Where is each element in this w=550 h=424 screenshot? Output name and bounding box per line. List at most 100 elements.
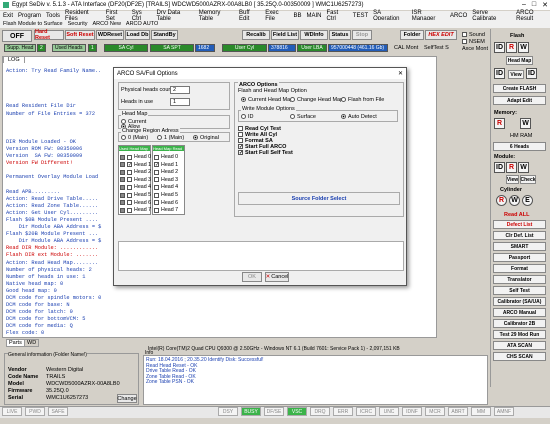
ata-scan-button[interactable]: ATA SCAN	[493, 341, 546, 350]
used-head-row[interactable]: Head 6	[120, 200, 151, 206]
read-head-row[interactable]: Head 2	[154, 169, 178, 175]
head-map-button[interactable]: Head Map	[506, 56, 533, 65]
smart-button[interactable]: SMART	[493, 242, 546, 251]
status-button[interactable]: Status	[329, 30, 351, 40]
standby-button[interactable]: StandBy	[151, 30, 178, 40]
menu-item[interactable]: MAIN	[306, 13, 321, 19]
calibrator-2b-button[interactable]: Calibrator 2B	[493, 319, 546, 328]
wd-reset-button[interactable]: WDReset	[96, 30, 124, 40]
write-auto-detect-radio[interactable]: Auto Detect	[341, 114, 377, 120]
id-button-2[interactable]: ID	[494, 68, 505, 79]
field-list-button[interactable]: Field List	[271, 30, 299, 40]
read-head-row[interactable]: Head 3	[154, 177, 178, 183]
load-db-button[interactable]: Load Db	[125, 30, 150, 40]
tab-parts[interactable]: Parts	[6, 339, 25, 347]
menu-item[interactable]: ARCO AUTO	[126, 21, 158, 27]
write-id-radio[interactable]: ID	[241, 114, 254, 120]
calibrator-button[interactable]: Calibrator (SA/UA)	[493, 297, 546, 306]
folder-button[interactable]: Folder	[400, 30, 424, 40]
read-head-row[interactable]: Head 0	[154, 154, 178, 160]
sound-checkbox[interactable]: Sound	[462, 32, 485, 38]
tab-log[interactable]: LOG	[3, 56, 25, 63]
menu-item[interactable]: TEST	[353, 13, 368, 19]
module-check-button[interactable]: Check	[520, 175, 536, 184]
write-surface-radio[interactable]: Surface	[290, 114, 316, 120]
menu-item[interactable]: Tools	[46, 13, 60, 19]
dialog-cancel-button[interactable]: ✕ Cancel	[265, 272, 289, 282]
used-head-row[interactable]: Head 5	[120, 192, 151, 198]
flash-from-file-radio[interactable]: Flash from File	[341, 97, 384, 103]
menu-item[interactable]: ARCO	[450, 13, 467, 19]
view-button[interactable]: View	[508, 70, 524, 79]
used-head-row[interactable]: Head 7	[120, 207, 151, 213]
used-head-row[interactable]: ✓ Head 1	[120, 162, 151, 168]
chs-scan-button[interactable]: CHS SCAN	[493, 352, 546, 361]
format-button[interactable]: Format	[493, 264, 546, 273]
region-1-radio[interactable]: 1 (Main)	[157, 135, 184, 141]
read-head-row[interactable]: ✓ Head 1	[154, 162, 178, 168]
stop-button[interactable]: Stop	[352, 30, 372, 40]
change-button[interactable]: Change	[117, 394, 137, 403]
cylinder-r-button[interactable]: R	[496, 195, 507, 206]
defect-list-button[interactable]: Defect List	[493, 220, 546, 229]
menu-item[interactable]: ARCO New	[93, 21, 121, 27]
memory-r-button[interactable]: R	[494, 118, 505, 129]
nsem-checkbox[interactable]: NSEM	[462, 39, 485, 45]
passport-button[interactable]: Passport	[493, 253, 546, 262]
used-head-row[interactable]: Head 2	[120, 169, 151, 175]
cylinder-w-button[interactable]: W	[509, 195, 520, 206]
self-test-button[interactable]: Self Test	[493, 286, 546, 295]
read-all-button[interactable]: Read ALL	[504, 212, 529, 218]
hex-edit-button[interactable]: HEX EDIT	[425, 30, 457, 40]
start-full-self-test-checkbox[interactable]: ✓ Start Full Self Test	[238, 150, 293, 156]
flash-w-button[interactable]: W	[518, 42, 529, 53]
adapt-edit-button[interactable]: Adapt Edit	[493, 96, 546, 105]
dialog-ok-button[interactable]: OK	[242, 272, 262, 282]
close-icon[interactable]: ✕	[542, 1, 548, 9]
heads-use-select[interactable]: 1	[170, 98, 190, 106]
used-head-row[interactable]: Head 3	[120, 177, 151, 183]
read-head-row[interactable]: Head 4	[154, 184, 178, 190]
head-label: Head 1	[134, 161, 152, 168]
change-head-map-radio[interactable]: Change Head Map	[290, 97, 343, 103]
used-head-row[interactable]: Head 0	[120, 154, 151, 160]
dialog-close-icon[interactable]: ✕	[398, 70, 403, 77]
menu-item[interactable]: Program	[18, 13, 41, 19]
log-line: Version FW Different!	[6, 160, 73, 167]
maximize-icon[interactable]: □	[532, 1, 536, 9]
menu-item[interactable]: Flash Module to Surface	[3, 21, 63, 27]
flash-r-button[interactable]: R	[506, 42, 517, 53]
read-head-row[interactable]: Head 5	[154, 192, 178, 198]
current-head-map-radio[interactable]: Current Head Map	[241, 97, 293, 103]
module-w-button[interactable]: W	[518, 162, 529, 173]
arco-manual-button[interactable]: ARCO Manual	[493, 308, 546, 317]
memory-w-button[interactable]: W	[520, 118, 531, 129]
id-button-3[interactable]: ID	[526, 68, 537, 79]
menu-item[interactable]: BB	[293, 13, 301, 19]
source-folder-select-button[interactable]: Source Folder Select	[238, 192, 400, 205]
cylinder-e-button[interactable]: E	[522, 195, 533, 206]
region-original-radio[interactable]: Original	[193, 135, 219, 141]
used-head-row[interactable]: Head 4	[120, 184, 151, 190]
off-button[interactable]: OFF	[2, 30, 32, 42]
soft-reset-button[interactable]: Soft Reset	[65, 30, 95, 40]
create-flash-button[interactable]: Create FLASH	[493, 84, 546, 93]
menu-item[interactable]: Exit	[3, 13, 13, 19]
translator-button[interactable]: Translator	[493, 275, 546, 284]
minimize-icon[interactable]: –	[522, 1, 526, 9]
flash-id-button[interactable]: ID	[494, 42, 505, 53]
tab-wd[interactable]: WD	[24, 339, 40, 347]
clr-def-list-button[interactable]: Clr Def. List	[493, 231, 546, 240]
region-0-radio[interactable]: 0 (Main)	[121, 135, 148, 141]
menu-item[interactable]: Security	[68, 21, 88, 27]
phys-heads-select[interactable]: 2	[170, 86, 190, 94]
module-r-button[interactable]: R	[506, 162, 517, 173]
wdinfo-button[interactable]: WDInfo	[300, 30, 328, 40]
hard-reset-button[interactable]: Hard Reset	[34, 29, 64, 41]
module-id-button[interactable]: ID	[494, 162, 505, 173]
test29-button[interactable]: Test 29 Mod Run	[493, 330, 546, 339]
recalib-button[interactable]: Recalib	[242, 30, 270, 40]
module-view-button[interactable]: View	[506, 175, 519, 184]
read-head-row[interactable]: Head 7	[154, 207, 178, 213]
read-head-row[interactable]: Head 6	[154, 200, 178, 206]
